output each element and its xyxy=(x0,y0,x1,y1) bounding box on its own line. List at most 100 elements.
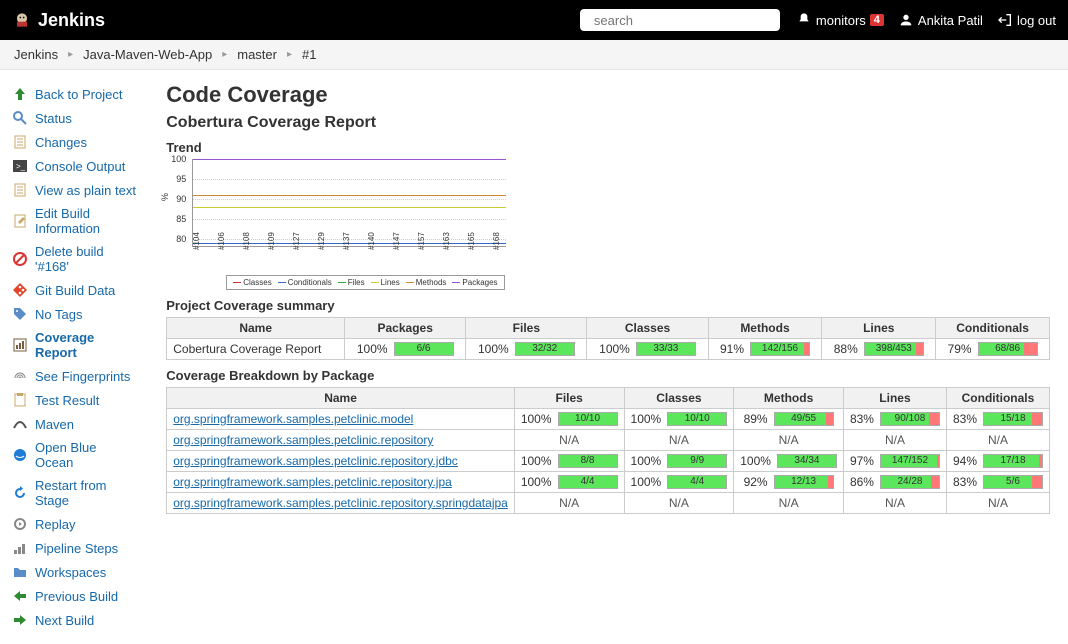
replay-icon xyxy=(12,516,28,532)
sidebar-item-no-tags[interactable]: No Tags xyxy=(0,302,148,326)
search-box[interactable]: ? xyxy=(580,9,780,31)
coverage-bar: 33/33 xyxy=(636,342,696,356)
search-input[interactable] xyxy=(594,13,770,28)
report-icon xyxy=(12,337,28,353)
sidebar-item-workspaces[interactable]: Workspaces xyxy=(0,560,148,584)
sidebar-item-edit-build-information[interactable]: Edit Build Information xyxy=(0,202,148,240)
bc-project[interactable]: Java-Maven-Web-App xyxy=(83,47,212,62)
summary-heading: Project Coverage summary xyxy=(166,298,1050,313)
bell-icon xyxy=(796,12,812,28)
trend-xtick: #109 xyxy=(267,232,276,250)
sidebar-item-label: Replay xyxy=(35,517,75,532)
sidebar-item-back-to-project[interactable]: Back to Project xyxy=(0,82,148,106)
coverage-bar: 9/9 xyxy=(667,454,727,468)
trend-xtick: #137 xyxy=(342,232,351,250)
coverage-pct: 100% xyxy=(521,454,552,468)
git-icon xyxy=(12,282,28,298)
chevron-right-icon: ▸ xyxy=(68,49,73,60)
package-link[interactable]: org.springframework.samples.petclinic.re… xyxy=(173,433,433,447)
coverage-bar: 147/152 xyxy=(880,454,940,468)
fingerprint-icon xyxy=(12,368,28,384)
coverage-cell: 100% 10/10 xyxy=(521,412,618,426)
coverage-cell: 89% 49/55 xyxy=(740,412,837,426)
legend-entry-methods: Methods xyxy=(406,278,447,287)
monitors-link[interactable]: monitors 4 xyxy=(796,12,884,28)
coverage-ratio: 398/453 xyxy=(865,343,923,355)
sidebar-item-test-result[interactable]: Test Result xyxy=(0,388,148,412)
col-conditionals: Conditionals xyxy=(936,318,1050,339)
sidebar-item-pipeline-steps[interactable]: Pipeline Steps xyxy=(0,536,148,560)
package-link[interactable]: org.springframework.samples.petclinic.re… xyxy=(173,475,452,489)
col-packages: Packages xyxy=(345,318,466,339)
package-link[interactable]: org.springframework.samples.petclinic.mo… xyxy=(173,412,413,426)
summary-name: Cobertura Coverage Report xyxy=(167,339,345,360)
sidebar-item-restart-from-stage[interactable]: Restart from Stage xyxy=(0,474,148,512)
coverage-pct: 100% xyxy=(631,454,662,468)
coverage-bar: 17/18 xyxy=(983,454,1043,468)
trend-series-packages xyxy=(193,159,506,160)
sidebar-item-label: Git Build Data xyxy=(35,283,115,298)
sidebar-item-status[interactable]: Status xyxy=(0,106,148,130)
coverage-pct: 88% xyxy=(834,342,858,356)
sidebar-item-label: View as plain text xyxy=(35,183,136,198)
user-link[interactable]: Ankita Patil xyxy=(898,12,983,28)
jenkins-logo[interactable]: Jenkins xyxy=(12,10,105,31)
coverage-ratio: 17/18 xyxy=(984,455,1042,467)
coverage-cell: 92% 12/13 xyxy=(740,475,837,489)
trend-xtick: #104 xyxy=(192,232,201,250)
trend-xtick: #168 xyxy=(492,232,501,250)
package-link[interactable]: org.springframework.samples.petclinic.re… xyxy=(173,454,458,468)
bc-jenkins[interactable]: Jenkins xyxy=(14,47,58,62)
na-value: N/A xyxy=(669,496,689,510)
coverage-ratio: 90/108 xyxy=(881,413,939,425)
trend-series-lines xyxy=(193,207,506,208)
sidebar-item-label: Previous Build xyxy=(35,589,118,604)
coverage-bar: 34/34 xyxy=(777,454,837,468)
col-methods: Methods xyxy=(708,318,822,339)
coverage-pct: 91% xyxy=(720,342,744,356)
sidebar-item-label: Back to Project xyxy=(35,87,122,102)
sidebar-item-console-output[interactable]: >_Console Output xyxy=(0,154,148,178)
package-link[interactable]: org.springframework.samples.petclinic.re… xyxy=(173,496,508,510)
sidebar-item-see-fingerprints[interactable]: See Fingerprints xyxy=(0,364,148,388)
package-row: org.springframework.samples.petclinic.mo… xyxy=(167,409,1050,430)
coverage-ratio: 33/33 xyxy=(637,343,695,355)
coverage-pct: 100% xyxy=(521,412,552,426)
coverage-bar: 10/10 xyxy=(667,412,727,426)
sidebar-item-git-build-data[interactable]: Git Build Data xyxy=(0,278,148,302)
sidebar-item-maven[interactable]: Maven xyxy=(0,412,148,436)
legend-entry-conditionals: Conditionals xyxy=(278,278,332,287)
up-arrow-icon xyxy=(12,86,28,102)
na-value: N/A xyxy=(885,496,905,510)
sidebar-item-replay[interactable]: Replay xyxy=(0,512,148,536)
coverage-ratio: 34/34 xyxy=(778,455,836,467)
coverage-cell: 100% 34/34 xyxy=(740,454,837,468)
brand-text: Jenkins xyxy=(38,10,105,31)
doc-icon xyxy=(12,182,28,198)
sidebar-item-label: Status xyxy=(35,111,72,126)
col-name: Name xyxy=(167,318,345,339)
bc-build[interactable]: #1 xyxy=(302,47,316,62)
logout-link[interactable]: log out xyxy=(997,12,1056,28)
sidebar-item-coverage-report[interactable]: Coverage Report xyxy=(0,326,148,364)
coverage-pct: 79% xyxy=(948,342,972,356)
trend-series-methods xyxy=(193,195,506,196)
sidebar-item-open-blue-ocean[interactable]: Open Blue Ocean xyxy=(0,436,148,474)
sidebar-item-previous-build[interactable]: Previous Build xyxy=(0,584,148,608)
coverage-pct: 100% xyxy=(631,475,662,489)
sidebar-item-view-as-plain-text[interactable]: View as plain text xyxy=(0,178,148,202)
coverage-bar: 398/453 xyxy=(864,342,924,356)
trend-xtick: #157 xyxy=(417,232,426,250)
sidebar-item-changes[interactable]: Changes xyxy=(0,130,148,154)
coverage-bar: 6/6 xyxy=(394,342,454,356)
user-name: Ankita Patil xyxy=(918,13,983,28)
sidebar-item-next-build[interactable]: Next Build xyxy=(0,608,148,632)
bc-branch[interactable]: master xyxy=(237,47,277,62)
breakdown-table: NameFilesClassesMethodsLinesConditionals… xyxy=(166,387,1050,514)
sidebar-item-delete-build-168-[interactable]: Delete build '#168' xyxy=(0,240,148,278)
coverage-cell: 100% 32/32 xyxy=(472,342,580,356)
coverage-cell: 83% 90/108 xyxy=(850,412,940,426)
left-arrow-icon xyxy=(12,588,28,604)
coverage-ratio: 24/28 xyxy=(881,476,939,488)
coverage-bar: 68/86 xyxy=(978,342,1038,356)
